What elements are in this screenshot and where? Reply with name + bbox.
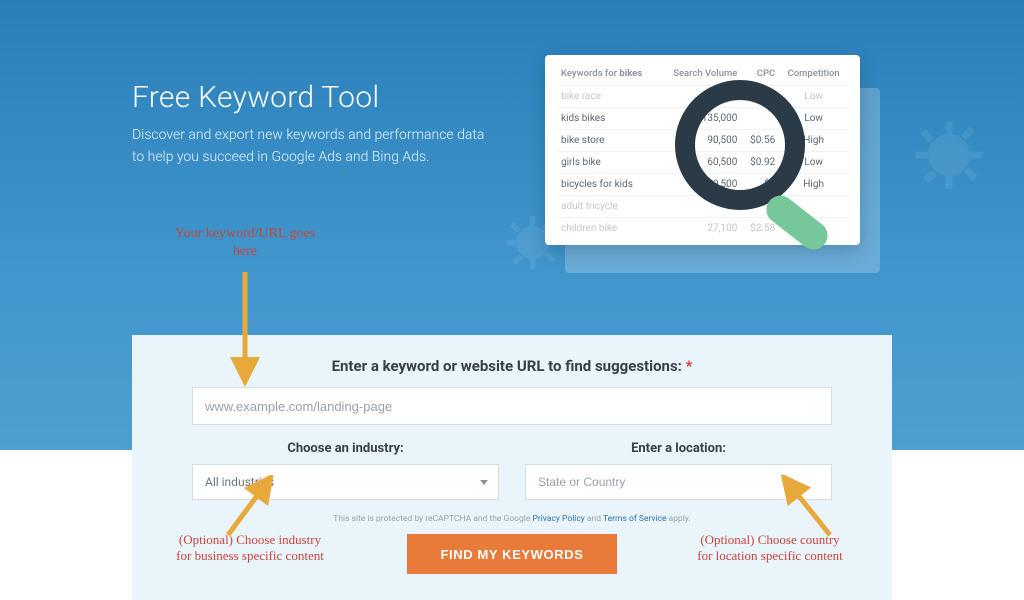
col-competition: Competition (779, 65, 848, 86)
find-keywords-button[interactable]: FIND MY KEYWORDS (407, 534, 617, 574)
table-row: bicycles for kids49,500$1High (557, 174, 848, 196)
table-row: adult tricycle (557, 196, 848, 218)
terms-of-service-link[interactable]: Terms of Service (603, 514, 667, 524)
preview-table: Keywords for bikes Search Volume CPC Com… (557, 65, 848, 239)
page-title: Free Keyword Tool (132, 80, 492, 115)
table-row: children bike27,100$2.58 (557, 218, 848, 240)
search-form: Enter a keyword or website URL to find s… (132, 335, 892, 600)
table-row: kids bikes135,000Low (557, 108, 848, 130)
chevron-down-icon (480, 480, 488, 485)
table-row: girls bike60,500$0.92Low (557, 152, 848, 174)
location-input[interactable] (525, 464, 832, 500)
col-volume: Search Volume (659, 65, 742, 86)
col-cpc: CPC (741, 65, 779, 86)
keyword-url-input[interactable] (192, 387, 832, 425)
location-label: Enter a location: (525, 441, 832, 456)
col-keywords: Keywords for bikes (557, 65, 659, 86)
industry-selected-value: All industries (205, 475, 274, 489)
keyword-preview-card: Keywords for bikes Search Volume CPC Com… (545, 55, 860, 245)
form-title: Enter a keyword or website URL to find s… (192, 357, 832, 375)
table-row: bike store90,500$0.56High (557, 130, 848, 152)
table-row: bike raceLow (557, 86, 848, 108)
legal-text: This site is protected by reCAPTCHA and … (192, 514, 832, 524)
page-subtitle: Discover and export new keywords and per… (132, 125, 492, 168)
industry-label: Choose an industry: (192, 441, 499, 456)
industry-select[interactable]: All industries (192, 464, 499, 500)
privacy-policy-link[interactable]: Privacy Policy (532, 514, 584, 524)
gear-icon (914, 120, 984, 190)
